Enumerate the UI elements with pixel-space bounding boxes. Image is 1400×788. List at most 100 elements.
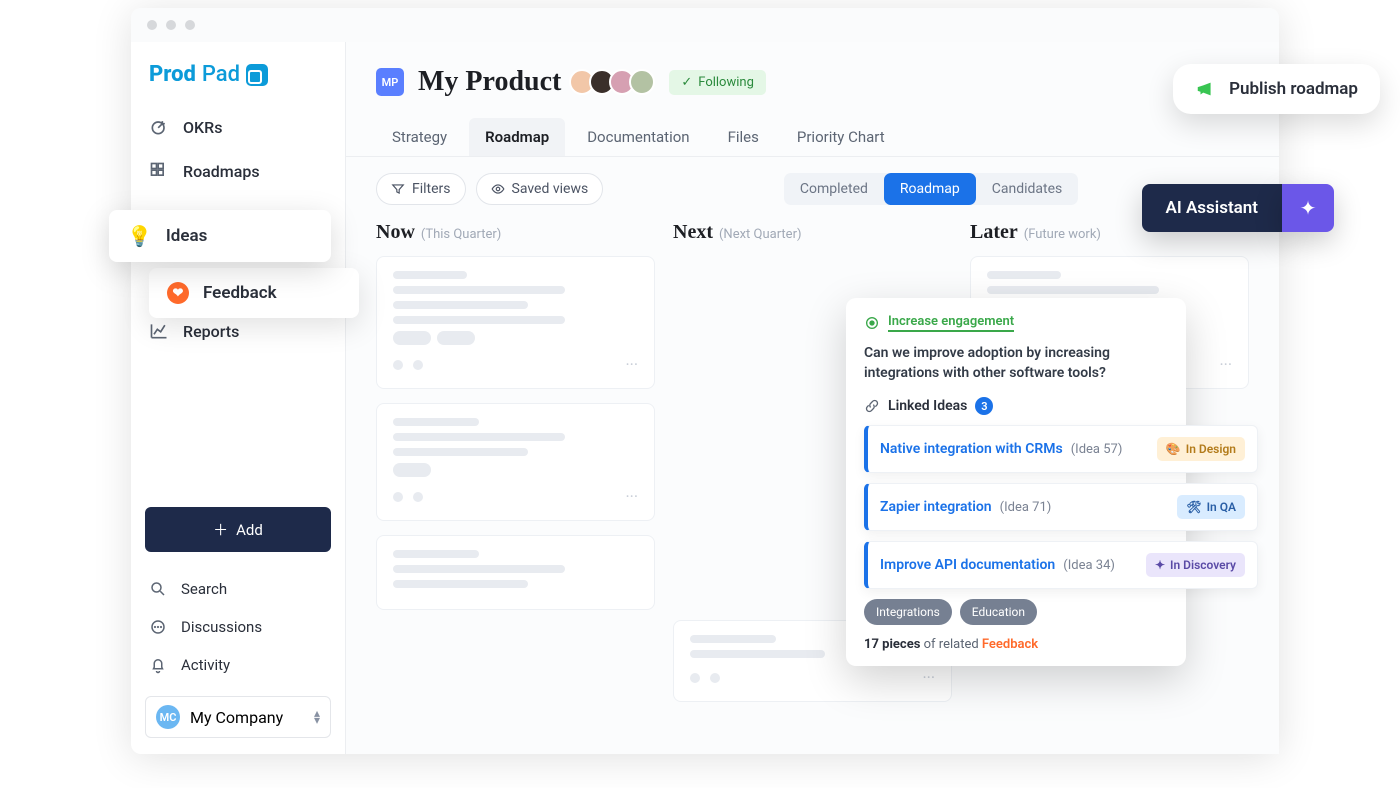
traffic-light-icon <box>166 20 176 30</box>
search-icon <box>149 580 167 598</box>
megaphone-icon <box>1195 78 1217 100</box>
roadmap-card[interactable] <box>376 535 655 610</box>
idea-title: Improve API documentation <box>880 557 1055 573</box>
following-label: Following <box>698 75 754 90</box>
sidebar-item-label: Ideas <box>166 226 207 246</box>
column-subtitle: (Next Quarter) <box>719 227 802 242</box>
grid-icon <box>149 161 169 181</box>
status-badge: 🛠In QA <box>1177 495 1245 519</box>
roadmap-card[interactable]: ··· <box>376 403 655 521</box>
traffic-light-icon <box>185 20 195 30</box>
heart-chat-icon: ❤ <box>167 282 189 304</box>
collaborator-avatars[interactable] <box>575 69 655 95</box>
column-subtitle: (Future work) <box>1024 227 1101 242</box>
sidebar-item-okrs[interactable]: OKRs <box>131 107 345 147</box>
status-badge: ✦In Discovery <box>1146 553 1245 577</box>
sort-chevron-icon: ▴▾ <box>314 710 320 724</box>
tab-roadmap[interactable]: Roadmap <box>469 118 565 156</box>
column-title: Next <box>673 221 713 244</box>
popover-question: Can we improve adoption by increasing in… <box>864 344 1168 383</box>
app-logo: ProdPad <box>149 62 345 87</box>
following-badge[interactable]: ✓ Following <box>669 70 766 95</box>
footer-link-label: Discussions <box>181 618 262 636</box>
linked-idea-row[interactable]: Zapier integration (Idea 71) 🛠In QA <box>864 483 1258 531</box>
check-icon: ✓ <box>681 75 692 90</box>
link-icon <box>864 398 880 414</box>
sidebar-activity[interactable]: Activity <box>145 648 331 682</box>
footer-link-label: Search <box>181 580 227 598</box>
feedback-summary[interactable]: 17 pieces of related Feedback <box>864 637 1168 652</box>
tools-icon: 🛠 <box>1186 500 1201 514</box>
sidebar-item-label: Reports <box>183 322 239 341</box>
saved-views-button[interactable]: Saved views <box>476 173 604 205</box>
objective-link[interactable]: Increase engagement <box>864 314 1168 332</box>
add-button[interactable]: ＋ Add <box>145 507 331 552</box>
idea-title: Native integration with CRMs <box>880 441 1063 457</box>
plus-icon: ＋ <box>213 519 228 540</box>
linked-ideas-count: 3 <box>975 397 993 415</box>
logo-mark-icon <box>246 64 268 86</box>
sidebar-search[interactable]: Search <box>145 572 331 606</box>
button-label: Add <box>236 521 263 539</box>
idea-id: (Idea 34) <box>1063 558 1115 573</box>
avatar <box>629 69 655 95</box>
sidebar: ProdPad OKRs Roadmaps Reports <box>131 42 346 754</box>
tab-files[interactable]: Files <box>712 118 775 156</box>
publish-roadmap-button[interactable]: Publish roadmap <box>1173 64 1380 114</box>
logo-text-part: Pad <box>202 62 240 87</box>
linked-idea-row[interactable]: Native integration with CRMs (Idea 57) 🎨… <box>864 425 1258 473</box>
traffic-light-icon <box>147 20 157 30</box>
company-selector[interactable]: MC My Company ▴▾ <box>145 696 331 738</box>
logo-text-part: Prod <box>149 62 196 87</box>
ai-sparkle-button[interactable]: ✦ <box>1282 184 1334 232</box>
company-name: My Company <box>190 708 283 727</box>
linked-idea-row[interactable]: Improve API documentation (Idea 34) ✦In … <box>864 541 1258 589</box>
sidebar-item-label: OKRs <box>183 118 222 137</box>
sidebar-item-label: Roadmaps <box>183 162 260 181</box>
sidebar-item-ideas[interactable]: 💡 Ideas <box>109 210 331 262</box>
product-badge: MP <box>376 68 404 96</box>
sidebar-item-feedback[interactable]: ❤ Feedback <box>149 268 359 318</box>
idea-id: (Idea 71) <box>1000 500 1052 515</box>
button-label: Publish roadmap <box>1229 79 1358 99</box>
column-now: Now (This Quarter) ··· ··· <box>376 221 655 724</box>
sidebar-item-roadmaps[interactable]: Roadmaps <box>131 151 345 191</box>
chart-icon <box>149 321 169 341</box>
product-tabs: Strategy Roadmap Documentation Files Pri… <box>346 98 1279 157</box>
objective-label: Increase engagement <box>888 314 1014 332</box>
chat-icon <box>149 618 167 636</box>
eye-icon <box>491 182 505 196</box>
tab-strategy[interactable]: Strategy <box>376 118 463 156</box>
ai-assistant-button[interactable]: AI Assistant <box>1142 184 1283 232</box>
segment-roadmap[interactable]: Roadmap <box>884 173 976 205</box>
column-title: Now <box>376 221 415 244</box>
target-icon <box>149 117 169 137</box>
tag[interactable]: Education <box>960 599 1037 625</box>
compass-icon: ✦ <box>1155 558 1165 572</box>
roadmap-card-popover: Increase engagement Can we improve adopt… <box>846 298 1186 666</box>
segment-candidates[interactable]: Candidates <box>976 173 1079 205</box>
target-icon <box>864 315 880 331</box>
linked-ideas-header: Linked Ideas 3 <box>864 397 1168 415</box>
status-badge: 🎨In Design <box>1157 437 1245 461</box>
pill-label: Saved views <box>512 181 589 197</box>
tab-documentation[interactable]: Documentation <box>571 118 705 156</box>
sidebar-item-label: Feedback <box>203 283 277 303</box>
filters-button[interactable]: Filters <box>376 173 466 205</box>
tag[interactable]: Integrations <box>864 599 952 625</box>
main-panel: MP My Product ✓ Following Strategy Roadm… <box>346 42 1279 754</box>
product-title: My Product <box>418 66 561 98</box>
tab-priority-chart[interactable]: Priority Chart <box>781 118 901 156</box>
sidebar-discussions[interactable]: Discussions <box>145 610 331 644</box>
roadmap-card[interactable]: ··· <box>376 256 655 389</box>
segment-completed[interactable]: Completed <box>784 173 884 205</box>
linked-ideas-label: Linked Ideas <box>888 398 967 414</box>
footer-link-label: Activity <box>181 656 230 674</box>
lightbulb-icon: 💡 <box>127 224 152 248</box>
button-label: AI Assistant <box>1166 198 1259 218</box>
bell-icon <box>149 656 167 674</box>
palette-icon: 🎨 <box>1166 442 1181 456</box>
idea-title: Zapier integration <box>880 499 992 515</box>
pill-label: Filters <box>412 181 451 197</box>
column-subtitle: (This Quarter) <box>421 227 501 242</box>
